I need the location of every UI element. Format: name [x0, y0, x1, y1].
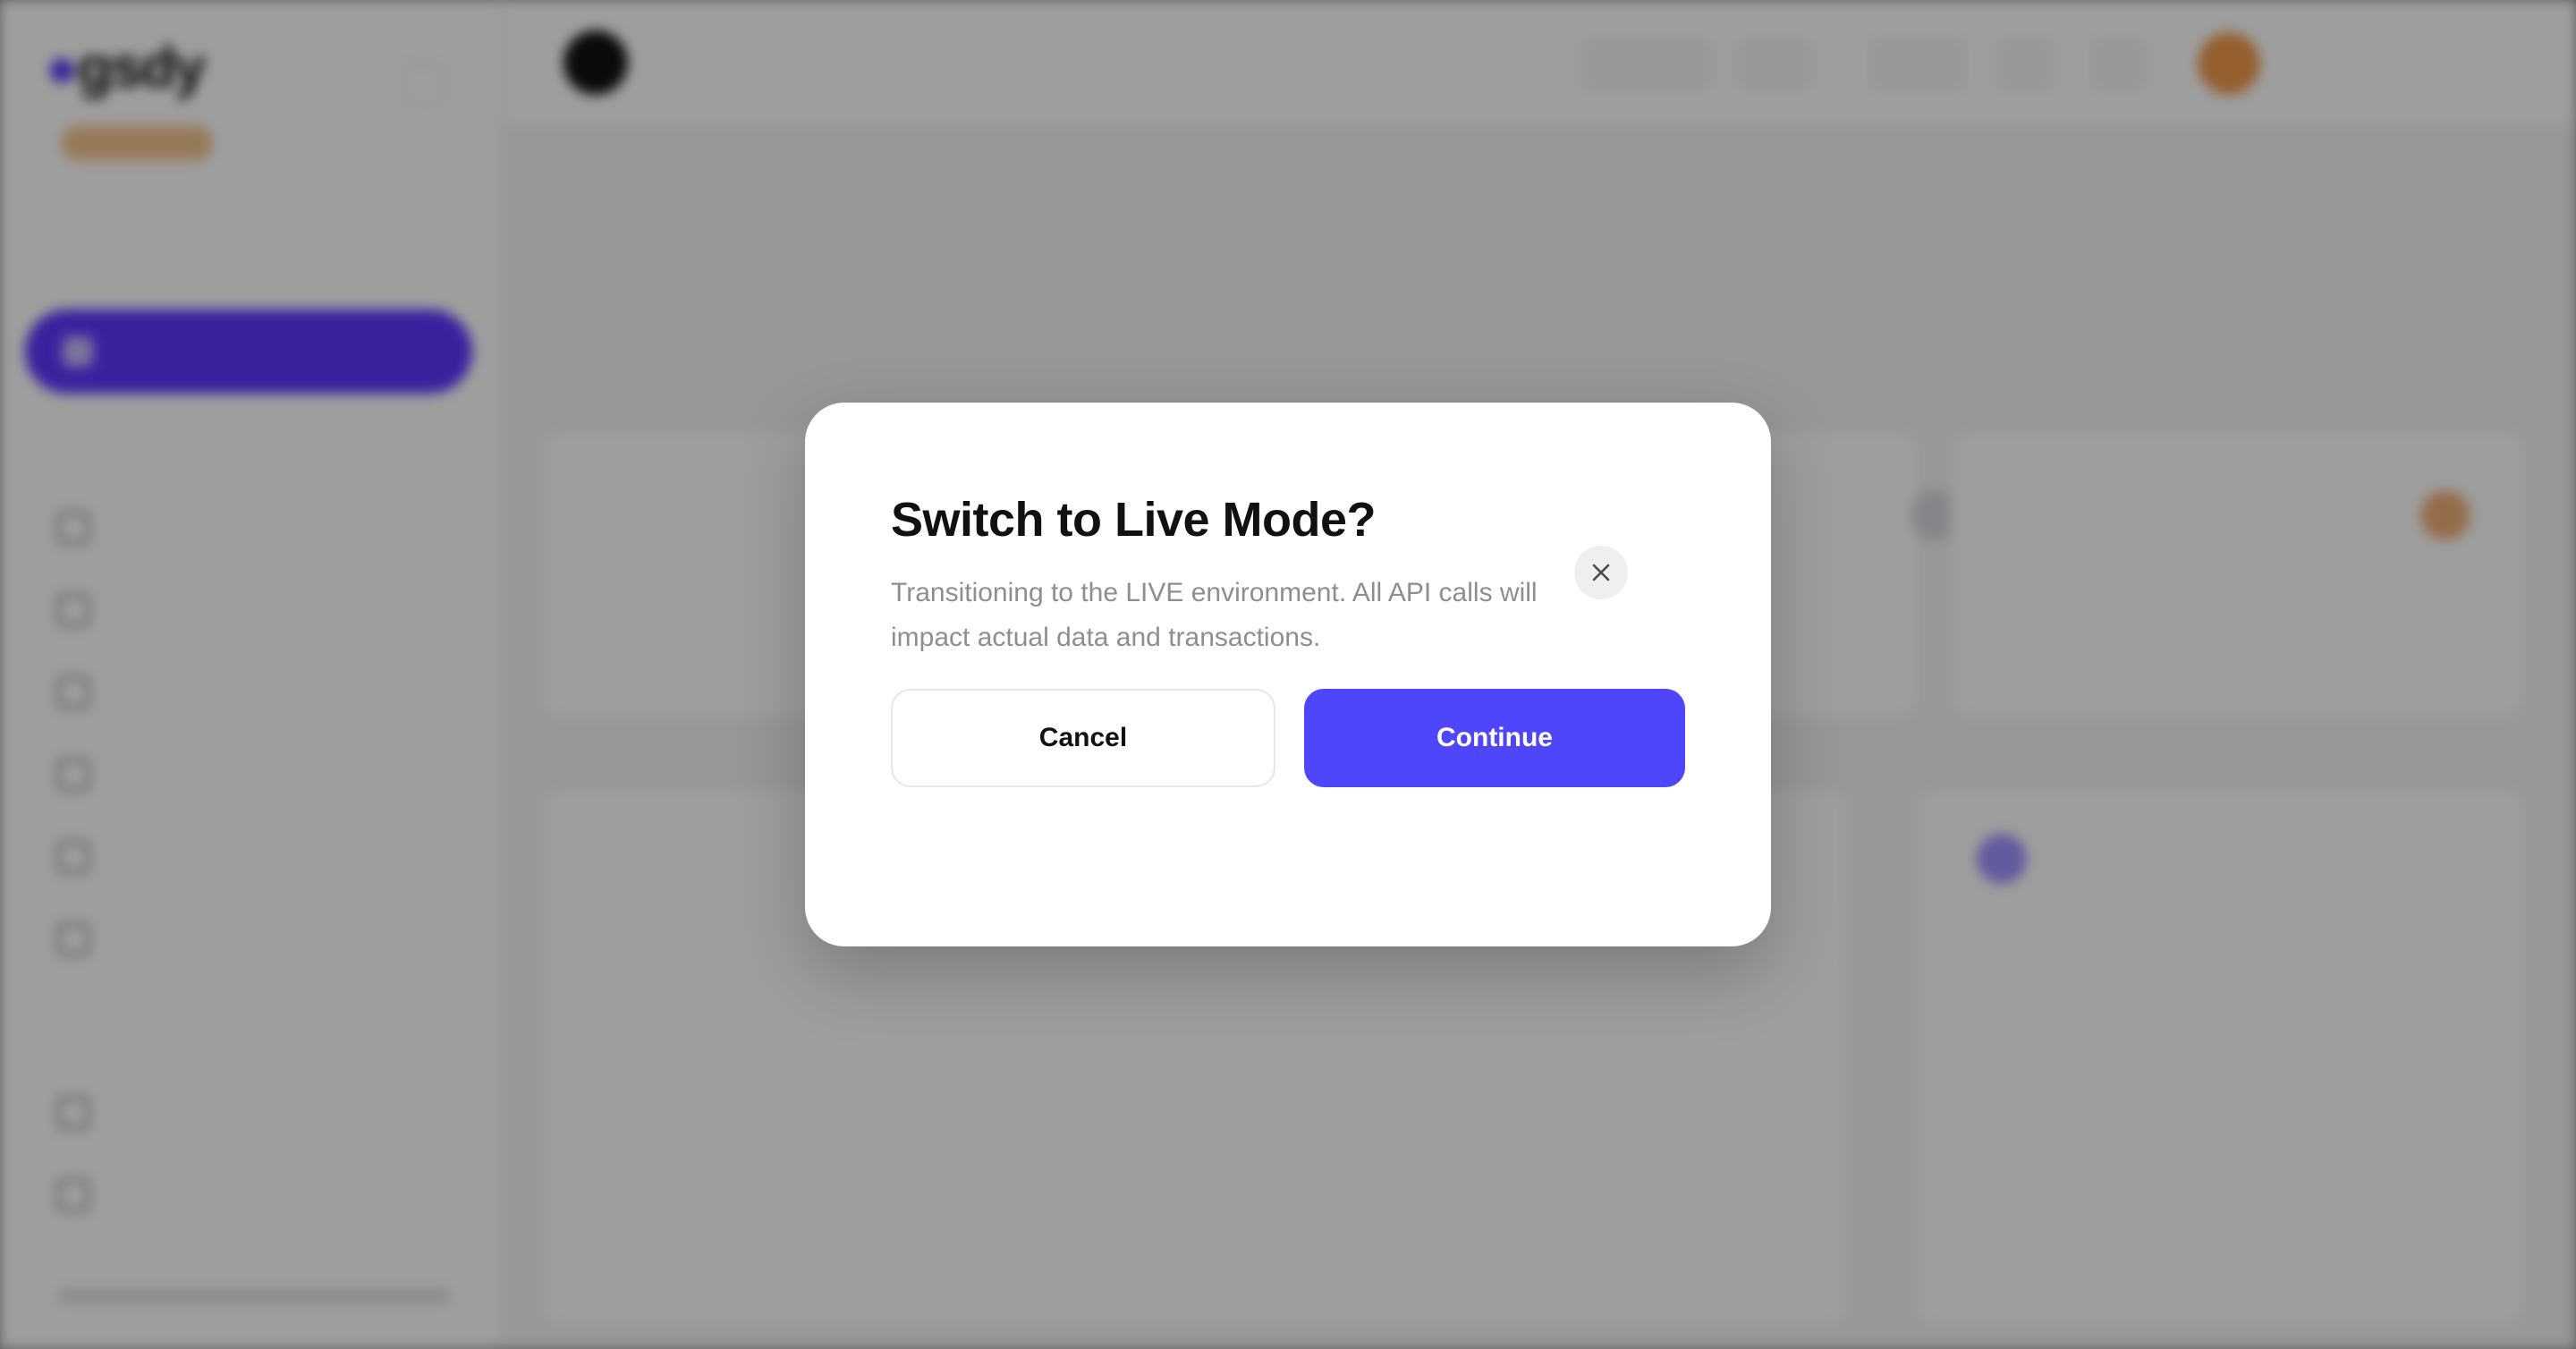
dialog-close-button[interactable] [1574, 546, 1628, 599]
dialog-title: Switch to Live Mode? [891, 493, 1377, 547]
cancel-button[interactable]: Cancel [891, 689, 1275, 787]
cancel-button-label: Cancel [1038, 723, 1128, 752]
continue-button[interactable]: Continue [1304, 689, 1685, 787]
dialog-description: Transitioning to the LIVE environment. A… [891, 578, 1538, 652]
close-icon [1592, 564, 1610, 581]
switch-live-mode-dialog: Switch to Live Mode? Transitioning to th… [805, 403, 1771, 946]
continue-button-label: Continue [1436, 723, 1553, 752]
